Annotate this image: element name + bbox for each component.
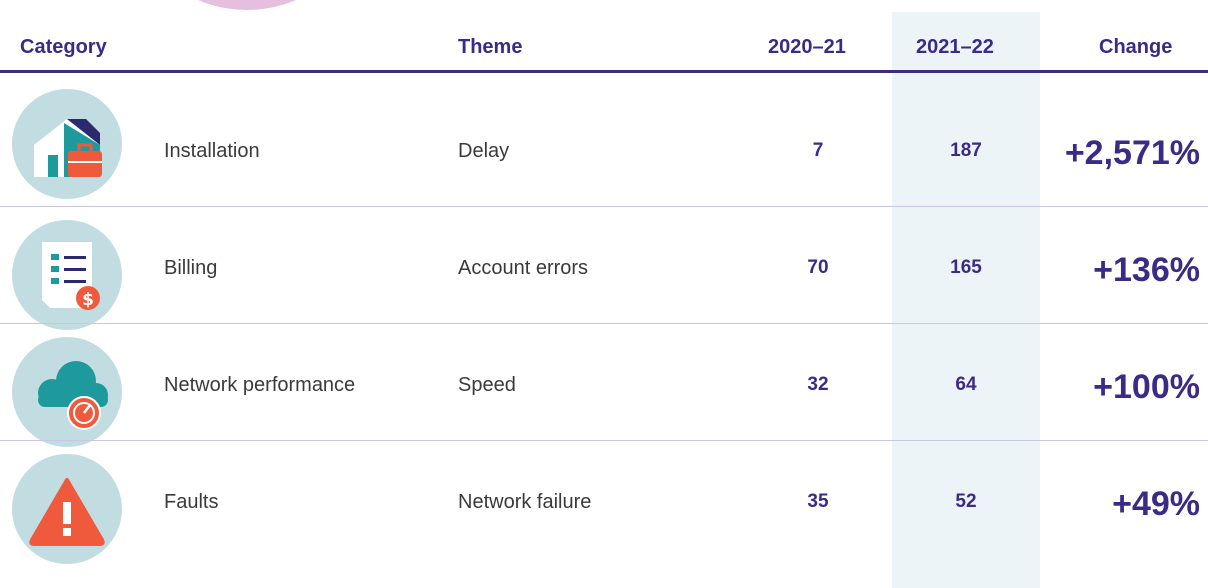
value-2021-22: 187	[950, 140, 982, 161]
value-2021-22: 165	[950, 257, 982, 278]
header-2020-21: 2020–21	[768, 36, 846, 58]
category-cell: Network performance	[164, 374, 356, 396]
value-2020-21: 32	[807, 374, 829, 395]
header-category: Category	[20, 36, 107, 58]
theme-cell: Account errors	[458, 257, 589, 279]
theme-cell: Delay	[458, 140, 510, 162]
svg-text:$: $	[82, 290, 94, 310]
header-theme: Theme	[458, 36, 523, 58]
category-cell: Installation	[164, 140, 260, 162]
header-change: Change	[1099, 36, 1173, 58]
value-2021-22: 64	[955, 374, 977, 395]
category-cell: Faults	[164, 491, 219, 513]
value-2020-21: 7	[812, 140, 824, 161]
theme-cell: Speed	[458, 374, 516, 396]
table-row: $ Billing Account errors 70 165 +136%	[0, 207, 1208, 330]
header-2021-22: 2021–22	[916, 36, 994, 58]
cloud-gauge-icon	[12, 337, 122, 447]
warning-triangle-icon	[12, 454, 122, 564]
table-row: Faults Network failure 35 52 +49%	[0, 441, 1208, 564]
change-cell: +49%	[1112, 485, 1200, 523]
category-cell: Billing	[164, 257, 218, 279]
table-row: Network performance Speed 32 64 +100%	[0, 324, 1208, 447]
change-cell: +136%	[1093, 251, 1200, 289]
table-header: Category Theme 2020–21 2021–22 Change	[0, 28, 1208, 68]
table-row: Installation Delay 7 187 +2,571%	[0, 89, 1208, 207]
bill-dollar-icon: $	[12, 220, 122, 330]
change-cell: +100%	[1093, 368, 1200, 406]
theme-cell: Network failure	[458, 491, 592, 513]
value-2021-22: 52	[955, 491, 977, 512]
value-2020-21: 35	[807, 491, 829, 512]
header-rule	[0, 70, 1208, 73]
decorative-blob	[152, 0, 342, 10]
change-cell: +2,571%	[1064, 134, 1200, 172]
value-2020-21: 70	[807, 257, 829, 278]
house-toolbox-icon	[12, 89, 122, 199]
